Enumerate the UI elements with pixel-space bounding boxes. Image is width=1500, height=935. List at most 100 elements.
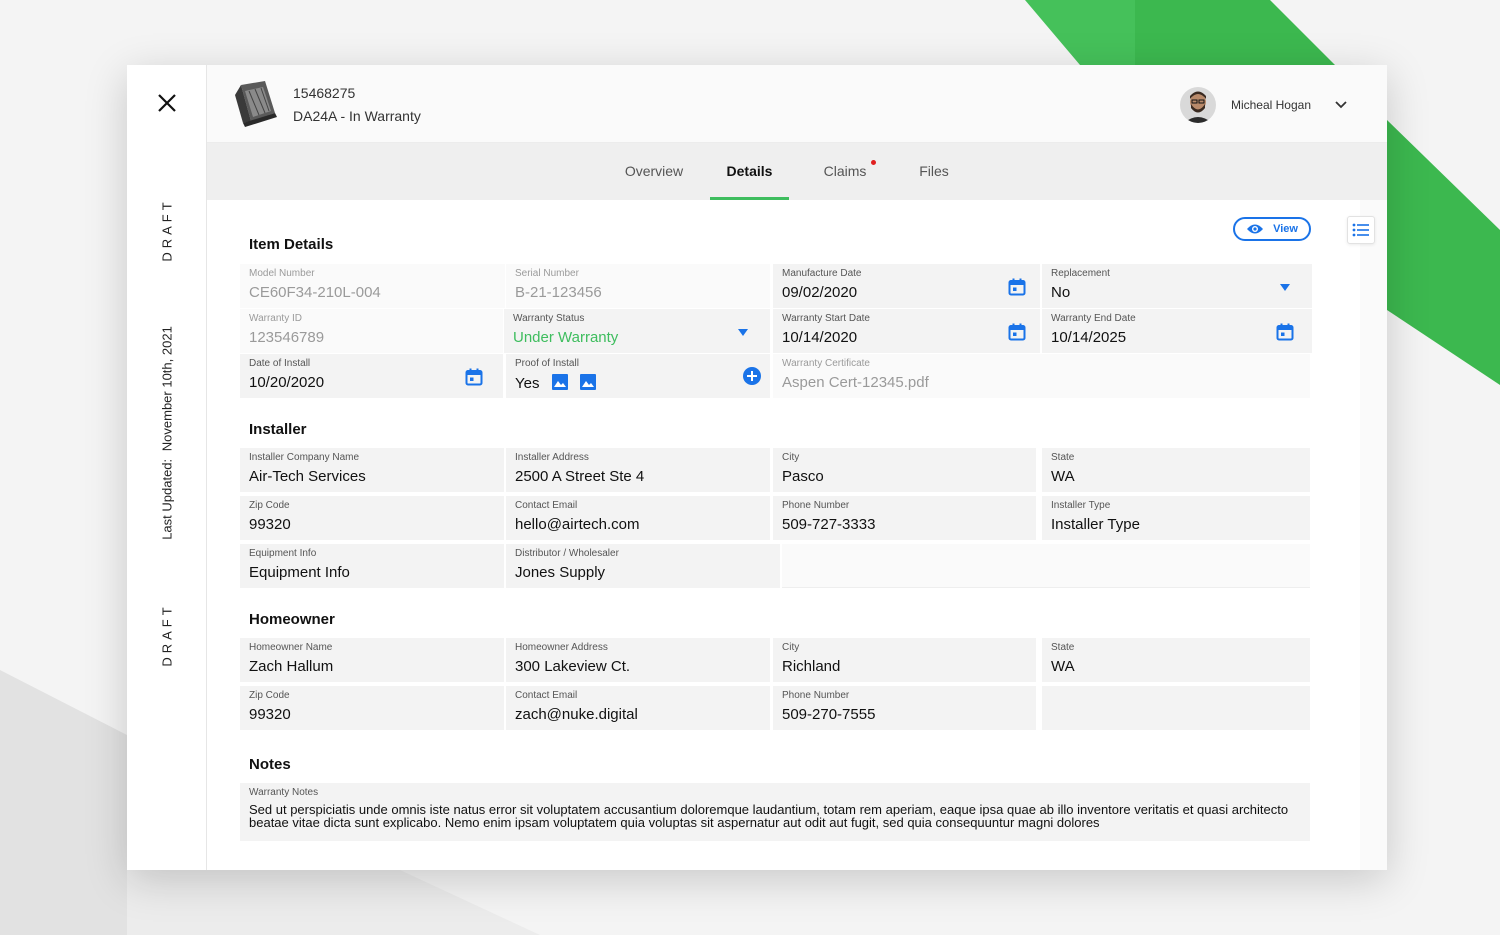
view-button[interactable]: View (1233, 217, 1311, 241)
right-strip (1360, 200, 1387, 870)
field-label: Date of Install (249, 358, 311, 369)
field-label: Contact Email (515, 690, 578, 701)
field-value: 509-727-3333 (782, 516, 876, 533)
eye-icon (1247, 224, 1264, 234)
empty-field (782, 544, 1310, 588)
tab-details[interactable]: Details (710, 143, 789, 200)
field-value: 123546789 (249, 329, 325, 346)
homeowner-zip-field[interactable]: Zip Code 99320 (240, 686, 504, 730)
field-value-row: Yes (515, 374, 761, 393)
field-value: B-21-123456 (515, 284, 602, 301)
field-label: Homeowner Name (249, 642, 333, 653)
close-button[interactable] (153, 89, 181, 117)
installer-address-field[interactable]: Installer Address 2500 A Street Ste 4 (506, 448, 770, 492)
warranty-certificate-field: Warranty Certificate Aspen Cert-12345.pd… (773, 354, 1310, 398)
user-menu[interactable]: Micheal Hogan (1179, 87, 1347, 123)
field-value: WA (1051, 468, 1075, 485)
calendar-icon[interactable] (1008, 278, 1026, 296)
install-date-field[interactable]: Date of Install 10/20/2020 (240, 354, 503, 398)
field-value: Zach Hallum (249, 658, 334, 675)
field-value: 10/20/2020 (249, 374, 325, 391)
installer-city-field[interactable]: City Pasco (773, 448, 1036, 492)
field-label: Proof of Install (515, 358, 579, 369)
field-label: City (782, 642, 800, 653)
field-label: Installer Address (515, 452, 589, 463)
homeowner-city-field[interactable]: City Richland (773, 638, 1036, 682)
field-label: Zip Code (249, 690, 290, 701)
installer-company-field[interactable]: Installer Company Name Air-Tech Services (240, 448, 504, 492)
field-value: Yes (515, 375, 540, 392)
field-value: Equipment Info (249, 564, 350, 581)
field-label: Replacement (1051, 268, 1110, 279)
installer-state-field[interactable]: State WA (1042, 448, 1310, 492)
field-label: Phone Number (782, 690, 850, 701)
installer-type-field[interactable]: Installer Type Installer Type (1042, 496, 1310, 540)
field-value: 300 Lakeview Ct. (515, 658, 631, 675)
field-value: zach@nuke.digital (515, 706, 638, 723)
product-thumbnail (231, 81, 279, 127)
tab-files[interactable]: Files (917, 143, 951, 200)
image-icon[interactable] (579, 374, 596, 390)
field-label: City (782, 452, 800, 463)
field-label: Warranty End Date (1051, 313, 1136, 324)
field-value: 99320 (249, 516, 291, 533)
calendar-icon[interactable] (1008, 323, 1026, 341)
warranty-start-date-field[interactable]: Warranty Start Date 10/14/2020 (773, 309, 1040, 353)
manufacture-date-field[interactable]: Manufacture Date 09/02/2020 (773, 264, 1040, 308)
warranty-end-date-field[interactable]: Warranty End Date 10/14/2025 (1042, 309, 1312, 353)
field-label: Warranty Status (513, 313, 585, 324)
field-label: Warranty Notes (249, 787, 319, 798)
field-label: Equipment Info (249, 548, 317, 559)
image-icon[interactable] (551, 374, 568, 390)
chevron-down-icon (1335, 101, 1347, 109)
draft-label-top: DRAFT (159, 198, 175, 262)
field-value: Aspen Cert-12345.pdf (782, 374, 929, 391)
caret-down-icon[interactable] (738, 329, 748, 336)
homeowner-name-field[interactable]: Homeowner Name Zach Hallum (240, 638, 504, 682)
homeowner-address-field[interactable]: Homeowner Address 300 Lakeview Ct. (506, 638, 770, 682)
field-value: CE60F34-210L-004 (249, 284, 381, 301)
calendar-icon[interactable] (1276, 323, 1294, 341)
tab-claims[interactable]: Claims (822, 143, 876, 200)
distributor-field[interactable]: Distributor / Wholesaler Jones Supply (506, 544, 780, 588)
installer-zip-field[interactable]: Zip Code 99320 (240, 496, 504, 540)
notification-dot (871, 160, 876, 165)
field-label: Model Number (249, 268, 315, 279)
field-value: Pasco (782, 468, 824, 485)
installer-phone-field[interactable]: Phone Number 509-727-3333 (773, 496, 1036, 540)
tab-overview[interactable]: Overview (624, 143, 684, 200)
item-id: 15468275 (293, 85, 356, 101)
replacement-select[interactable]: Replacement No (1042, 264, 1312, 308)
warranty-status-select[interactable]: Warranty Status Under Warranty (504, 309, 770, 353)
field-value: 10/14/2020 (782, 329, 858, 346)
tab-files-label: Files (919, 163, 949, 179)
field-label: Serial Number (515, 268, 579, 279)
view-button-label: View (1273, 223, 1298, 235)
homeowner-email-field[interactable]: Contact Email zach@nuke.digital (506, 686, 770, 730)
item-details-title: Item Details (249, 236, 334, 253)
last-updated-label: Last Updated: November 10th, 2021 (160, 326, 175, 540)
field-value: 99320 (249, 706, 291, 723)
avatar (1179, 87, 1216, 123)
notes-title: Notes (249, 756, 291, 773)
caret-down-icon[interactable] (1280, 284, 1290, 291)
proof-of-install-field[interactable]: Proof of Install Yes (506, 354, 770, 398)
add-circle-icon[interactable] (742, 366, 762, 386)
warranty-window: DRAFT Last Updated: November 10th, 2021 … (127, 65, 1387, 870)
homeowner-state-field[interactable]: State WA (1042, 638, 1310, 682)
field-value: Jones Supply (515, 564, 606, 581)
warranty-notes-field[interactable]: Warranty Notes Sed ut perspiciatis unde … (240, 783, 1310, 841)
equipment-info-field[interactable]: Equipment Info Equipment Info (240, 544, 504, 588)
installer-email-field[interactable]: Contact Email hello@airtech.com (506, 496, 770, 540)
field-value: Richland (782, 658, 841, 675)
field-label: Warranty ID (249, 313, 302, 324)
list-view-button[interactable] (1347, 216, 1375, 244)
homeowner-phone-field[interactable]: Phone Number 509-270-7555 (773, 686, 1036, 730)
field-value: 2500 A Street Ste 4 (515, 468, 645, 485)
field-value: 509-270-7555 (782, 706, 876, 723)
left-rail: DRAFT Last Updated: November 10th, 2021 … (127, 65, 207, 870)
field-value: hello@airtech.com (515, 516, 640, 533)
field-label: Installer Company Name (249, 452, 360, 463)
calendar-icon[interactable] (465, 368, 483, 386)
model-number-field: Model Number CE60F34-210L-004 (240, 264, 505, 308)
